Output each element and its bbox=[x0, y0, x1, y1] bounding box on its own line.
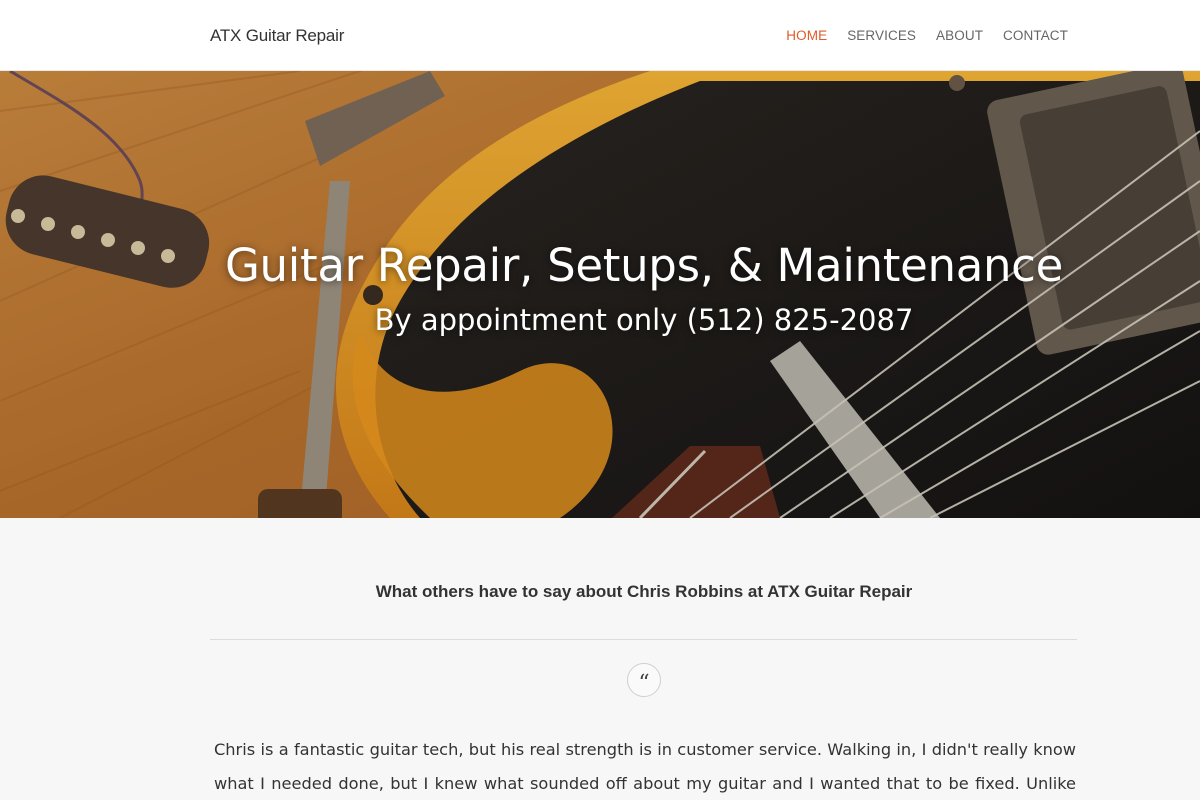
hero-banner: Guitar Repair, Setups, & Maintenance By … bbox=[0, 71, 1200, 518]
testimonial-quote: Chris is a fantastic guitar tech, but hi… bbox=[214, 740, 1076, 793]
hero-subtitle: By appointment only (512) 825-2087 bbox=[374, 303, 914, 337]
main-nav: HOME SERVICES ABOUT CONTACT bbox=[786, 28, 1068, 43]
section-divider bbox=[210, 639, 1077, 640]
quote-icon: “ bbox=[627, 663, 661, 697]
brand-logo-link[interactable]: ATX Guitar Repair bbox=[210, 26, 344, 46]
testimonials-section: What others have to say about Chris Robb… bbox=[0, 518, 1200, 800]
hero-background-image bbox=[0, 71, 1200, 518]
nav-about[interactable]: ABOUT bbox=[936, 28, 983, 43]
site-header: ATX Guitar Repair HOME SERVICES ABOUT CO… bbox=[0, 0, 1200, 71]
nav-services[interactable]: SERVICES bbox=[847, 28, 916, 43]
nav-contact[interactable]: CONTACT bbox=[1003, 28, 1068, 43]
testimonials-heading: What others have to say about Chris Robb… bbox=[375, 582, 913, 601]
hero-title: Guitar Repair, Setups, & Maintenance bbox=[224, 239, 1064, 292]
nav-home[interactable]: HOME bbox=[786, 28, 827, 43]
